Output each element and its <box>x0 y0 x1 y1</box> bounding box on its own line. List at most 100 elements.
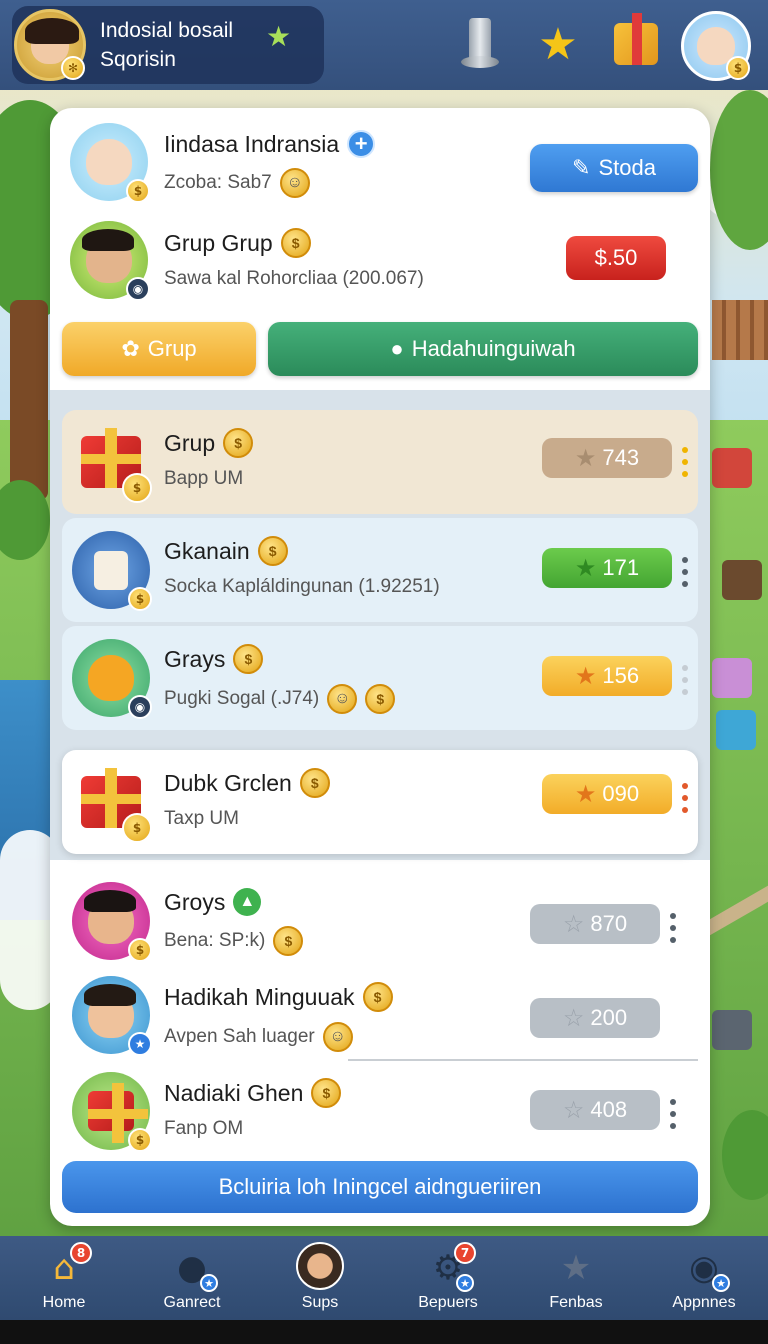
coin-icon: $ <box>280 228 311 258</box>
more-options-icon[interactable] <box>668 913 678 943</box>
primary-action-label: Bcluiria loh Iningcel aidngueriiren <box>218 1174 542 1199</box>
list-item[interactable]: ★ Hadikah Minguuak $ Avpen Sah luager ☺ … <box>50 966 710 1066</box>
item-sub: Socka Kapláldingunan (1.92251) <box>164 576 440 597</box>
avatar-hair <box>84 890 137 913</box>
star-icon: ☆ <box>562 1004 585 1032</box>
coin-badge-icon: $ <box>128 1128 152 1152</box>
item-name: Gkanain <box>164 537 250 564</box>
score-value: 156 <box>602 663 640 688</box>
top-bar: ✻ Indosial bosail Sqorisin ★ ★ $ <box>0 0 768 90</box>
list-item[interactable]: $ Gkanain $ Socka Kapláldingunan (1.9225… <box>62 518 698 622</box>
group-name: Grup Grup <box>164 229 273 256</box>
grin-coin-icon: ☺ <box>322 1022 353 1052</box>
item-name-line: Gkanain $ <box>164 536 440 566</box>
nav-label: Bepuers <box>418 1294 478 1311</box>
profile-name-block: Indosial bosail Sqorisin <box>100 16 233 74</box>
nav-ganrect[interactable]: ● ★ Ganrect <box>128 1236 256 1320</box>
item-info: Gkanain $ Socka Kapláldingunan (1.92251) <box>164 536 440 598</box>
price-button[interactable]: $.50 <box>566 236 666 280</box>
score-badge: ★ 171 <box>542 548 672 588</box>
stoda-button[interactable]: ✎ Stoda <box>530 144 698 192</box>
list-item[interactable]: ◉ Grays $ Pugki Sogal (.J74) ☺ $ ★ 156 <box>62 626 698 730</box>
list-item[interactable]: $ Nadiaki Ghen $ Fanp OM ☆ 408 <box>50 1064 710 1160</box>
featured-list-panel: $ Grup $ Bapp UM ★ 743 $ Gkanain $ Socka… <box>50 390 710 860</box>
coin-badge-icon: $ <box>128 938 152 962</box>
sparkle-icon: ★ <box>266 20 292 53</box>
tab-grup[interactable]: ✿ Grup <box>62 322 256 376</box>
player-avatar[interactable]: ✻ <box>14 9 86 81</box>
coin-icon: $ <box>257 536 288 566</box>
tab-hadahuinguiwah[interactable]: ● Hadahuinguiwah <box>268 322 698 376</box>
score-value: 870 <box>590 911 628 936</box>
friend-avatar[interactable]: $ <box>681 11 751 81</box>
arrow-up-icon: ▲ <box>233 888 262 916</box>
nav-fenbas[interactable]: ★ Fenbas <box>512 1236 640 1320</box>
grin-coin-icon: ☺ <box>327 684 358 714</box>
nav-label: Home <box>42 1294 86 1311</box>
tab-grup-label: Grup <box>147 336 197 361</box>
coin-badge-icon: $ <box>128 587 152 611</box>
score-badge: ☆ 200 <box>530 998 660 1038</box>
search-icon: ● ★ <box>170 1246 218 1292</box>
score-badge: ★ 156 <box>542 656 672 696</box>
user-status: Zcoba: Sab7 <box>164 172 272 193</box>
nav-label: Ganrect <box>163 1294 221 1311</box>
house <box>712 658 752 698</box>
item-info: Grup $ Bapp UM <box>164 428 254 490</box>
star-badge-icon: ★ <box>712 1274 730 1292</box>
item-name: Groys <box>164 888 226 915</box>
item-sub-line: Bena: SP:k) $ <box>164 926 304 956</box>
nav-sups[interactable]: Sups <box>256 1236 384 1320</box>
item-name: Grays <box>164 645 226 672</box>
tree-trunk <box>10 300 48 500</box>
coin-icon: $ <box>362 982 393 1012</box>
list-item-selected[interactable]: $ Dubk Grclen $ Taxp UM ★ 090 <box>62 750 698 854</box>
nav-home[interactable]: ⌂ 8 Home <box>0 1236 128 1320</box>
item-name-line: Groys ▲ <box>164 888 303 916</box>
star-icon: ★ <box>560 1248 592 1288</box>
group-avatar[interactable]: ◉ <box>70 221 150 301</box>
settings-badge-icon: ✻ <box>61 56 85 80</box>
camera-badge-icon: ◉ <box>126 277 150 301</box>
nav-label: Appnnes <box>672 1294 736 1311</box>
tab-hada-label: Hadahuinguiwah <box>411 336 576 361</box>
primary-action-button[interactable]: Bcluiria loh Iningcel aidngueriiren <box>62 1161 698 1213</box>
item-sub-line: Taxp UM <box>164 808 330 830</box>
more-options-icon[interactable] <box>680 665 690 695</box>
user-avatar[interactable]: $ <box>70 123 150 203</box>
item-avatar: $ <box>72 882 152 962</box>
item-sub: Avpen Sah luager <box>164 1026 315 1047</box>
item-sub-line: Bapp UM <box>164 468 253 490</box>
star-icon: ★ <box>574 444 597 472</box>
nav-bepuers[interactable]: ⚙ 7 ★ Bepuers <box>384 1236 512 1320</box>
item-sub: Fanp OM <box>164 1118 244 1139</box>
player-profile[interactable]: ✻ Indosial bosail Sqorisin ★ <box>12 6 324 84</box>
nav-label: Fenbas <box>549 1294 603 1311</box>
more-options-icon[interactable] <box>680 783 690 813</box>
nav-appnnes[interactable]: ◉ ★ Appnnes <box>640 1236 768 1320</box>
divider <box>348 1059 698 1061</box>
item-name-line: Grup $ <box>164 428 254 458</box>
user-name-line: Iindasa Indransia + <box>164 130 376 158</box>
more-options-icon[interactable] <box>680 557 690 587</box>
list-item[interactable]: $ Grup $ Bapp UM ★ 743 <box>62 410 698 514</box>
group-row: ◉ Grup Grup $ Sawa kal Rohorcliaa (200.0… <box>50 218 710 308</box>
group-info: Grup Grup $ Sawa kal Rohorcliaa (200.067… <box>164 228 424 290</box>
score-badge: ☆ 870 <box>530 904 660 944</box>
more-options-icon[interactable] <box>668 1099 678 1129</box>
star-icon[interactable]: ★ <box>530 14 586 74</box>
score-value: 171 <box>602 555 640 580</box>
cat-mascot-icon <box>88 655 134 701</box>
score-value: 200 <box>590 1005 628 1030</box>
item-info: Dubk Grclen $ Taxp UM <box>164 768 330 830</box>
score-badge: ☆ 408 <box>530 1090 660 1130</box>
list-item[interactable]: $ Groys ▲ Bena: SP:k) $ ☆ 870 <box>50 874 710 974</box>
gift-box-icon[interactable] <box>608 13 664 74</box>
add-friend-icon[interactable]: + <box>347 130 376 158</box>
group-detail: Sawa kal Rohorcliaa (200.067) <box>164 268 424 289</box>
stoda-button-label: Stoda <box>598 155 656 180</box>
price-label: $.50 <box>594 245 638 270</box>
item-name-line: Hadikah Minguuak $ <box>164 982 393 1012</box>
top-hat-icon[interactable] <box>452 14 508 74</box>
more-options-icon[interactable] <box>680 447 690 477</box>
